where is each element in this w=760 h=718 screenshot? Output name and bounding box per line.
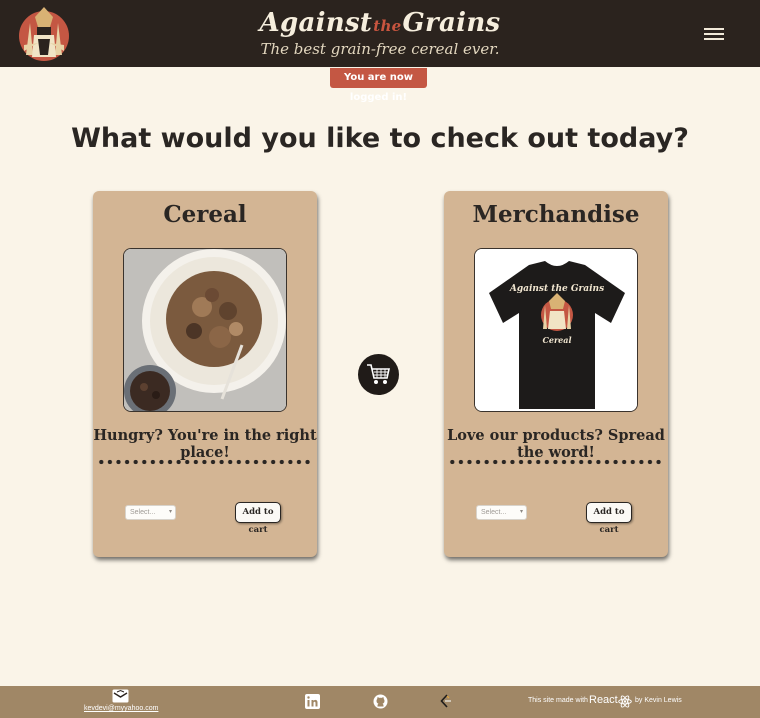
dotted-divider [448,459,664,465]
brand-title[interactable]: AgainsttheGrains [0,8,760,38]
chevron-down-icon: ▾ [168,509,172,515]
site-header: AgainsttheGrains The best grain-free cer… [0,0,760,67]
card-title: Cereal [163,201,247,228]
card-caption: Love our products? Spread the word! [447,427,665,461]
email-link[interactable]: kevdevi@myyahoo.com [84,705,158,712]
brand-tagline: The best grain-free cereal ever. [260,40,500,58]
credit-text: This site made with [528,697,588,704]
linkedin-icon[interactable] [305,694,320,709]
login-toast: You are now logged in! [330,68,427,103]
shopping-cart-icon[interactable] [358,354,399,395]
black-tshirt-photo: Against the Grains Cereal [474,248,638,412]
cereal-select[interactable]: Select... ▾ [125,505,176,520]
cereal-card: Cereal Hungry? You're in the right place… [93,191,317,557]
react-label: React [589,694,618,706]
svg-text:Cereal: Cereal [543,335,572,345]
leetcode-icon[interactable] [438,694,453,709]
site-footer: kevdevi@myyahoo.com This site made with … [0,686,760,718]
github-icon[interactable] [373,694,388,709]
page-heading: What would you like to check out today? [71,123,689,154]
merchandise-card: Merchandise Against the Grains Cereal Lo… [444,191,668,557]
card-caption: Hungry? You're in the right place! [93,427,317,461]
hamburger-icon[interactable] [704,28,724,41]
dotted-divider [97,459,313,465]
svg-text:Against the Grains: Against the Grains [509,284,604,294]
add-to-cart-button[interactable]: Add to cart [586,502,632,535]
chevron-down-icon: ▾ [519,509,523,515]
react-icon [618,695,632,708]
merchandise-select[interactable]: Select... ▾ [476,505,527,520]
cereal-bowl-photo [123,248,287,412]
add-to-cart-button[interactable]: Add to cart [235,502,281,535]
author-credit: by Kevin Lewis [635,697,682,704]
email-icon[interactable] [112,689,129,703]
card-title: Merchandise [472,201,640,228]
